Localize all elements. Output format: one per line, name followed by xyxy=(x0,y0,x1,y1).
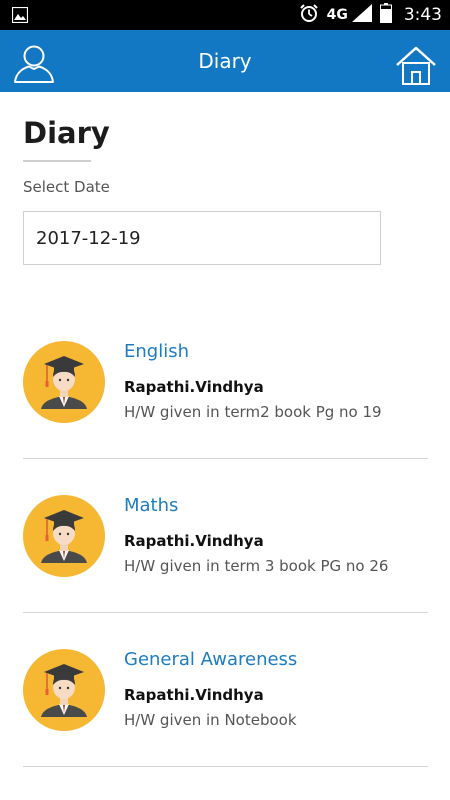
subject-label: Maths xyxy=(124,495,179,516)
home-icon xyxy=(394,46,438,90)
status-icons: 4G 3:43 xyxy=(291,0,442,30)
graduate-avatar-icon xyxy=(23,495,105,577)
diary-item[interactable]: General Awareness Rapathi.Vindhya H/W gi… xyxy=(23,613,428,767)
status-bar: 4G 3:43 xyxy=(0,0,450,30)
teacher-name: Rapathi.Vindhya xyxy=(124,532,264,550)
profile-icon xyxy=(12,45,56,88)
graduate-avatar-icon xyxy=(23,341,105,423)
diary-list: English Rapathi.Vindhya H/W given in ter… xyxy=(23,305,428,767)
graduate-avatar-icon xyxy=(23,649,105,731)
app-bar: Diary xyxy=(0,30,450,92)
date-input[interactable] xyxy=(23,211,381,265)
subject-label: General Awareness xyxy=(124,649,298,670)
signal-icon xyxy=(351,3,372,27)
alarm-icon xyxy=(299,3,319,28)
network-type: 4G xyxy=(326,7,348,23)
title-underline xyxy=(23,160,91,162)
page-title: Diary xyxy=(23,116,110,150)
date-label: Select Date xyxy=(23,178,110,196)
diary-item[interactable]: English Rapathi.Vindhya H/W given in ter… xyxy=(23,305,428,459)
homework-description: H/W given in Notebook xyxy=(124,711,297,729)
battery-icon xyxy=(379,2,392,28)
diary-item[interactable]: Maths Rapathi.Vindhya H/W given in term … xyxy=(23,459,428,613)
image-icon xyxy=(11,6,29,28)
homework-description: H/W given in term2 book Pg no 19 xyxy=(124,403,382,421)
home-button[interactable] xyxy=(394,44,438,86)
homework-description: H/W given in term 3 book PG no 26 xyxy=(124,557,389,575)
app-bar-title: Diary xyxy=(198,49,252,73)
teacher-name: Rapathi.Vindhya xyxy=(124,378,264,396)
teacher-name: Rapathi.Vindhya xyxy=(124,686,264,704)
subject-label: English xyxy=(124,341,189,362)
status-time: 3:43 xyxy=(403,5,442,25)
